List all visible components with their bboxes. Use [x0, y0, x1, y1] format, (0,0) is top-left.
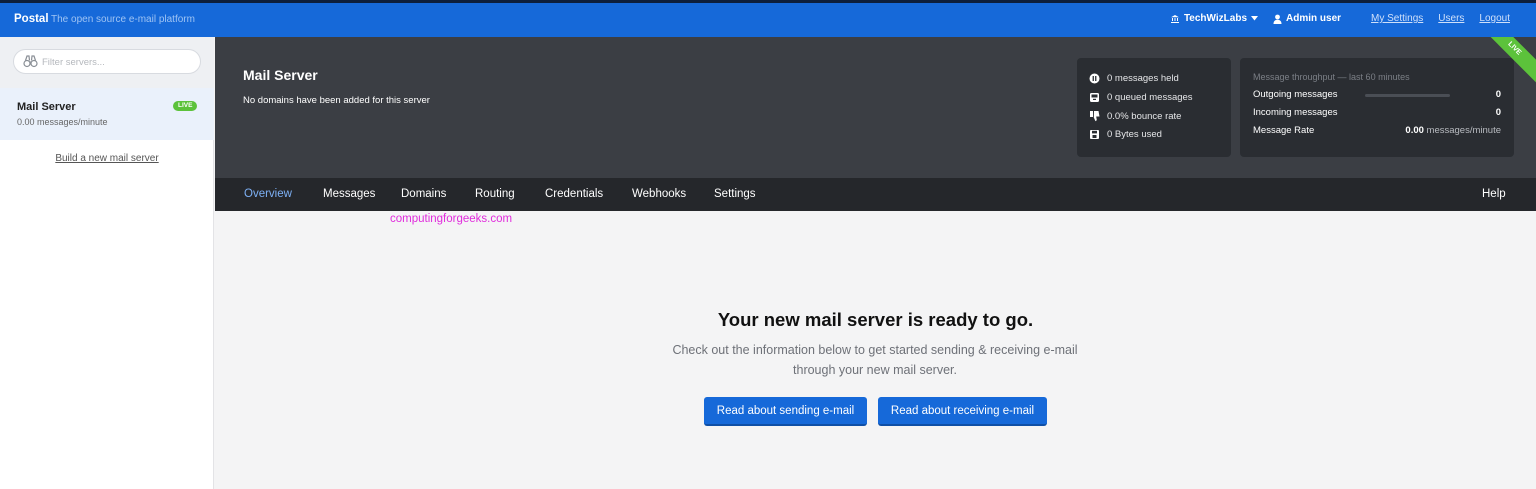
- hero-title: Your new mail server is ready to go.: [717, 309, 1034, 330]
- user-icon: [1273, 14, 1282, 24]
- tab-messages[interactable]: Messages: [323, 188, 375, 200]
- rate-value-wrap: 0.00 messages/minute: [1405, 125, 1501, 136]
- save-icon: [1090, 130, 1099, 139]
- server-list-item[interactable]: Mail Server LIVE 0.00 messages/minute: [0, 88, 214, 140]
- top-nav-right: TechWizLabs Admin user My Settings Users…: [1170, 13, 1510, 24]
- org-switcher[interactable]: TechWizLabs: [1170, 13, 1259, 24]
- thumbs-down-icon: [1090, 111, 1100, 122]
- top-navbar: Postal The open source e-mail platform T…: [0, 0, 1536, 37]
- server-header: Mail Server No domains have been added f…: [215, 37, 1536, 178]
- page-title: Mail Server: [243, 67, 318, 83]
- logout-link[interactable]: Logout: [1479, 13, 1510, 24]
- user-name: Admin user: [1286, 13, 1342, 24]
- filter-box[interactable]: [13, 49, 201, 74]
- stats-box: 0 messages held 0 queued messages 0.0% b…: [1077, 58, 1231, 157]
- server-rate: 0.00 messages/minute: [17, 117, 108, 127]
- throughput-box: Message throughput — last 60 minutes Out…: [1240, 58, 1514, 157]
- tab-credentials[interactable]: Credentials: [545, 188, 603, 200]
- outgoing-bar: [1365, 94, 1450, 97]
- caret-down-icon: [1251, 16, 1259, 21]
- read-sending-button[interactable]: Read about sending e-mail: [704, 397, 867, 426]
- tab-help[interactable]: Help: [1482, 188, 1506, 200]
- live-badge: LIVE: [173, 101, 198, 111]
- binoculars-icon: [23, 55, 38, 68]
- outgoing-value: 0: [1495, 89, 1501, 100]
- filter-servers-input[interactable]: [42, 54, 192, 70]
- filter-area: [0, 37, 214, 88]
- brand-tagline: The open source e-mail platform: [51, 14, 195, 25]
- stat-queued-label: 0 queued messages: [1107, 92, 1193, 103]
- stat-held-label: 0 messages held: [1107, 73, 1179, 84]
- tab-settings[interactable]: Settings: [714, 188, 756, 200]
- main-content: Your new mail server is ready to go. Che…: [215, 211, 1536, 489]
- incoming-row: Incoming messages 0: [1253, 107, 1501, 121]
- incoming-value: 0: [1495, 107, 1501, 118]
- tab-bar: Overview Messages Domains Routing Creden…: [215, 178, 1536, 211]
- org-name: TechWizLabs: [1183, 13, 1248, 24]
- brand-logo[interactable]: Postal: [14, 13, 49, 25]
- rate-row: Message Rate 0.00 messages/minute: [1253, 125, 1501, 139]
- stat-queued: 0 queued messages: [1089, 92, 1193, 103]
- sidebar: Mail Server LIVE 0.00 messages/minute Bu…: [0, 37, 214, 489]
- tab-overview[interactable]: Overview: [244, 188, 292, 200]
- page-subtitle: No domains have been added for this serv…: [243, 95, 430, 106]
- building-icon: [1170, 14, 1179, 23]
- stat-held: 0 messages held: [1089, 73, 1179, 84]
- read-receiving-button[interactable]: Read about receiving e-mail: [878, 397, 1047, 426]
- outgoing-row: Outgoing messages 0: [1253, 89, 1501, 103]
- rate-value: 0.00: [1405, 125, 1424, 136]
- server-name: Mail Server: [17, 101, 76, 113]
- hero-text: Check out the information below to get s…: [672, 343, 1078, 377]
- stat-storage: 0 Bytes used: [1089, 129, 1162, 140]
- build-server-link[interactable]: Build a new mail server: [0, 153, 214, 164]
- pause-icon: [1089, 73, 1100, 84]
- my-settings-link[interactable]: My Settings: [1371, 13, 1423, 24]
- rate-label: Message Rate: [1253, 125, 1315, 136]
- outgoing-label: Outgoing messages: [1253, 89, 1338, 100]
- rate-unit: messages/minute: [1426, 125, 1501, 136]
- tab-webhooks[interactable]: Webhooks: [632, 188, 686, 200]
- users-link[interactable]: Users: [1438, 13, 1464, 24]
- tab-routing[interactable]: Routing: [475, 188, 515, 200]
- tab-domains[interactable]: Domains: [401, 188, 446, 200]
- stat-bounce-label: 0.0% bounce rate: [1107, 110, 1182, 122]
- user-menu[interactable]: Admin user: [1273, 13, 1341, 24]
- incoming-label: Incoming messages: [1253, 107, 1338, 118]
- inbox-icon: [1090, 93, 1099, 102]
- stat-storage-label: 0 Bytes used: [1107, 129, 1162, 140]
- throughput-title: Message throughput — last 60 minutes: [1253, 72, 1410, 82]
- stat-bounce: 0.0% bounce rate: [1089, 110, 1181, 122]
